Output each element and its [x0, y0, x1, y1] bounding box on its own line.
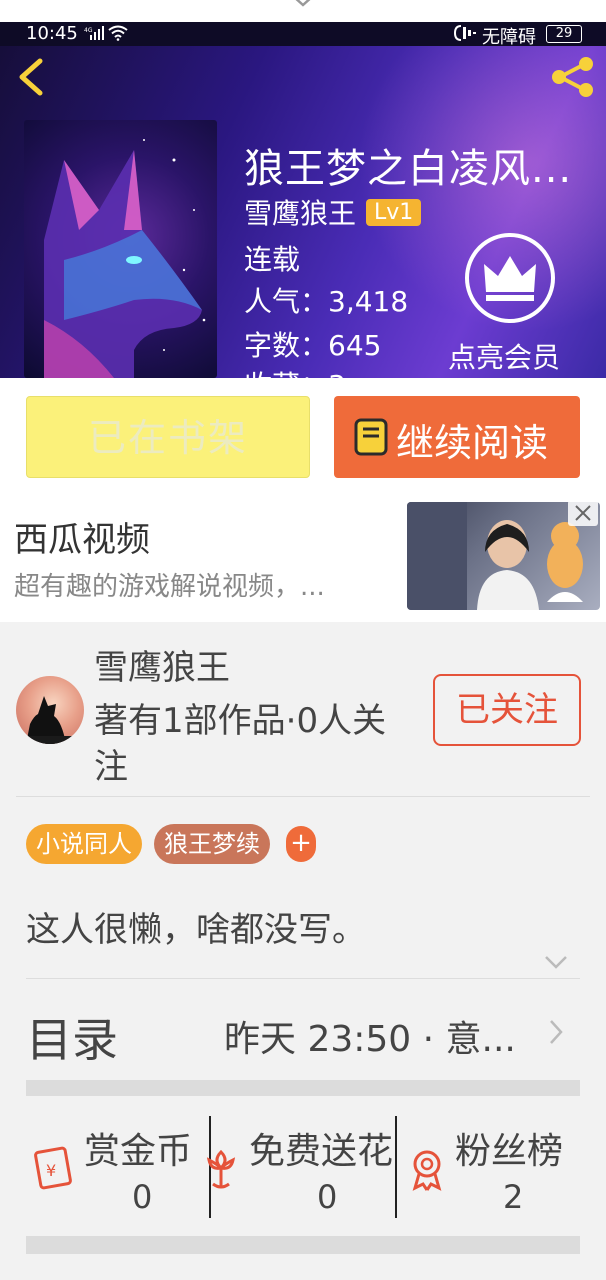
- status-bar: 10:45 4G 无障碍 29: [0, 22, 606, 48]
- serial-status: 连载: [244, 243, 301, 276]
- divider: [26, 978, 580, 979]
- accessibility-icon: [454, 25, 476, 41]
- fan-ranking-label: 粉丝榜: [455, 1131, 564, 1172]
- author-works-count: 著有1部作品·0人关注: [94, 701, 387, 787]
- chevron-down-icon: [295, 0, 311, 7]
- tag-wolf-king-sequel[interactable]: 狼王梦续: [154, 824, 270, 864]
- word-count: 字数：645: [244, 329, 382, 362]
- continue-reading-button[interactable]: 继续阅读: [334, 396, 580, 478]
- on-shelf-button[interactable]: 已在书架: [26, 396, 310, 478]
- red-envelope-icon: ¥: [34, 1146, 72, 1190]
- svg-text:¥: ¥: [46, 1161, 56, 1180]
- author-avatar[interactable]: [16, 676, 84, 744]
- reward-coins-label: 赏金币: [84, 1131, 193, 1172]
- popularity-count: 人气：3,418: [244, 285, 409, 318]
- share-icon[interactable]: [550, 56, 596, 98]
- close-icon[interactable]: [568, 500, 598, 526]
- ad-title: 西瓜视频: [14, 520, 150, 560]
- section-separator: [26, 1236, 580, 1254]
- toc-latest-chapter[interactable]: 昨天 23:50 · 意...: [224, 1010, 516, 1062]
- book-author[interactable]: 雪鹰狼王: [244, 192, 356, 232]
- reward-coins-value: 0: [132, 1178, 153, 1216]
- book-cover[interactable]: [24, 120, 217, 378]
- send-flowers-label: 免费送花: [249, 1131, 394, 1172]
- tag-fan-fiction[interactable]: 小说同人: [26, 824, 142, 864]
- howling-wolf-image: [16, 696, 84, 744]
- medal-icon: [412, 1150, 442, 1191]
- chevron-down-icon[interactable]: [544, 954, 568, 970]
- ad-description: 超有趣的游戏解说视频，...: [14, 572, 325, 602]
- chevron-right-icon[interactable]: [548, 1018, 564, 1046]
- favorite-count: 收藏：3: [244, 364, 346, 378]
- flower-icon: [206, 1149, 236, 1189]
- back-arrow-icon[interactable]: [16, 58, 46, 96]
- book-actions: 已在书架 继续阅读: [0, 378, 606, 494]
- book-header: 狼王梦之白凌风... 雪鹰狼王 Lv1 连载 人气：3,418 字数：645 收…: [0, 46, 606, 378]
- continue-reading-label: 继续阅读: [396, 421, 549, 465]
- book-author-row[interactable]: 雪鹰狼王 Lv1: [244, 192, 422, 232]
- author-section: 雪鹰狼王 著有1部作品·0人关注 已关注 小说同人 狼王梦续 + 这人很懒，啥都…: [0, 624, 606, 1074]
- wifi-icon: [108, 25, 128, 41]
- svg-text:4G: 4G: [84, 27, 93, 34]
- book-icon: [354, 418, 388, 456]
- section-separator: [26, 1080, 580, 1096]
- divider: [16, 796, 590, 797]
- signal-icon: 4G: [84, 26, 104, 40]
- add-tag-button[interactable]: +: [286, 826, 316, 862]
- followed-button[interactable]: 已关注: [433, 674, 581, 746]
- reward-coins-stat[interactable]: ¥ 赏金币 0: [0, 1096, 210, 1236]
- battery-indicator: 29: [546, 25, 582, 43]
- level-badge: Lv1: [366, 198, 422, 226]
- author-bio: 这人很懒，啥都没写。: [26, 910, 366, 950]
- status-time: 10:45: [26, 23, 78, 44]
- vip-label[interactable]: 点亮会员: [448, 336, 560, 376]
- stats-row: ¥ 赏金币 0 免费送花 0 粉丝榜 2: [0, 1096, 606, 1236]
- fan-ranking-value: 2: [503, 1178, 524, 1216]
- fan-ranking-stat[interactable]: 粉丝榜 2: [397, 1096, 606, 1236]
- send-flowers-value: 0: [317, 1178, 338, 1216]
- wolf-cover-image: [44, 139, 206, 378]
- send-flowers-stat[interactable]: 免费送花 0: [206, 1096, 395, 1236]
- ad-banner[interactable]: 西瓜视频 超有趣的游戏解说视频，...: [0, 494, 606, 622]
- author-name[interactable]: 雪鹰狼王: [94, 640, 230, 689]
- toc-label[interactable]: 目录: [26, 1004, 118, 1070]
- pull-down-handle[interactable]: [0, 0, 606, 22]
- crown-icon[interactable]: [464, 232, 556, 324]
- book-title: 狼王梦之白凌风...: [244, 146, 573, 192]
